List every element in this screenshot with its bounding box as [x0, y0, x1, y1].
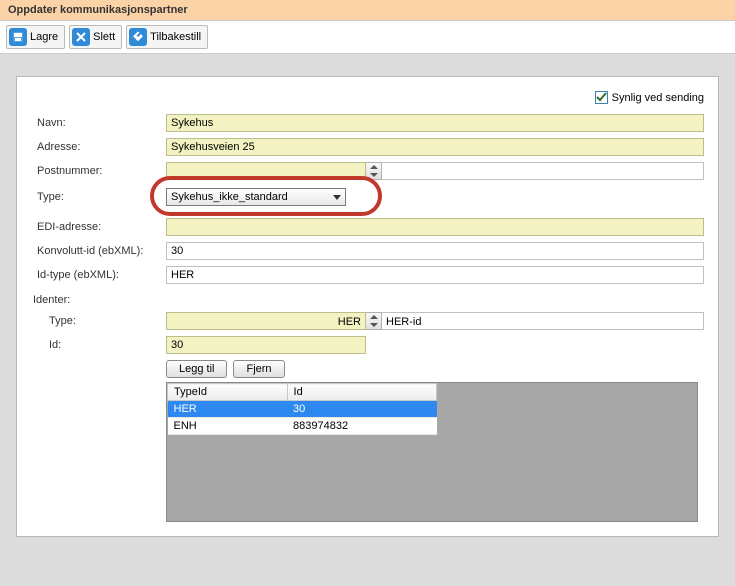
reset-label: Tilbakestill: [150, 31, 201, 43]
type-dropdown[interactable]: Sykehus_ikke_standard: [166, 188, 346, 206]
visible-on-send-label: Synlig ved sending: [612, 92, 704, 104]
identer-table[interactable]: TypeId Id HER30ENH883974832: [167, 383, 437, 435]
identer-table-container: TypeId Id HER30ENH883974832: [166, 382, 698, 522]
delete-button[interactable]: Slett: [69, 25, 122, 49]
checkbox-icon: [595, 91, 608, 104]
col-id[interactable]: Id: [287, 384, 436, 401]
table-row[interactable]: ENH883974832: [168, 418, 437, 435]
edi-input[interactable]: [166, 218, 704, 236]
konvolutt-input[interactable]: [166, 242, 704, 260]
postnummer-spinner[interactable]: [366, 162, 382, 180]
idtype-input[interactable]: [166, 266, 704, 284]
delete-icon: [72, 28, 90, 46]
page-title: Oppdater kommunikasjonspartner: [0, 0, 735, 21]
table-row[interactable]: HER30: [168, 401, 437, 418]
remove-button[interactable]: Fjern: [233, 360, 284, 378]
delete-label: Slett: [93, 31, 115, 43]
label-ident-type: Type:: [43, 315, 166, 327]
save-button[interactable]: Lagre: [6, 25, 65, 49]
main-panel: Synlig ved sending Navn: Adresse: Postnu…: [16, 76, 719, 537]
ident-type-spinner[interactable]: [366, 312, 382, 330]
reset-button[interactable]: Tilbakestill: [126, 25, 208, 49]
poststed-input[interactable]: [382, 162, 704, 180]
reset-icon: [129, 28, 147, 46]
add-button[interactable]: Legg til: [166, 360, 227, 378]
ident-id-input[interactable]: [166, 336, 366, 354]
col-typeid[interactable]: TypeId: [168, 384, 288, 401]
adresse-input[interactable]: [166, 138, 704, 156]
identer-heading: Identer:: [33, 294, 704, 306]
toolbar: Lagre Slett Tilbakestill: [0, 21, 735, 54]
chevron-down-icon: [333, 195, 341, 200]
visible-on-send-checkbox[interactable]: Synlig ved sending: [595, 91, 704, 104]
label-ident-id: Id:: [43, 339, 166, 351]
label-type: Type:: [31, 191, 166, 203]
label-edi: EDI-adresse:: [31, 221, 166, 233]
label-adresse: Adresse:: [31, 141, 166, 153]
label-idtype: Id-type (ebXML):: [31, 269, 166, 281]
ident-type-desc: HER-id: [382, 312, 704, 330]
ident-type-code[interactable]: HER: [166, 312, 366, 330]
save-icon: [9, 28, 27, 46]
save-label: Lagre: [30, 31, 58, 43]
navn-input[interactable]: [166, 114, 704, 132]
label-konvolutt: Konvolutt-id (ebXML):: [31, 245, 166, 257]
label-navn: Navn:: [31, 117, 166, 129]
type-dropdown-value: Sykehus_ikke_standard: [171, 191, 288, 203]
label-postnummer: Postnummer:: [31, 165, 166, 177]
postnummer-input[interactable]: [166, 162, 366, 180]
